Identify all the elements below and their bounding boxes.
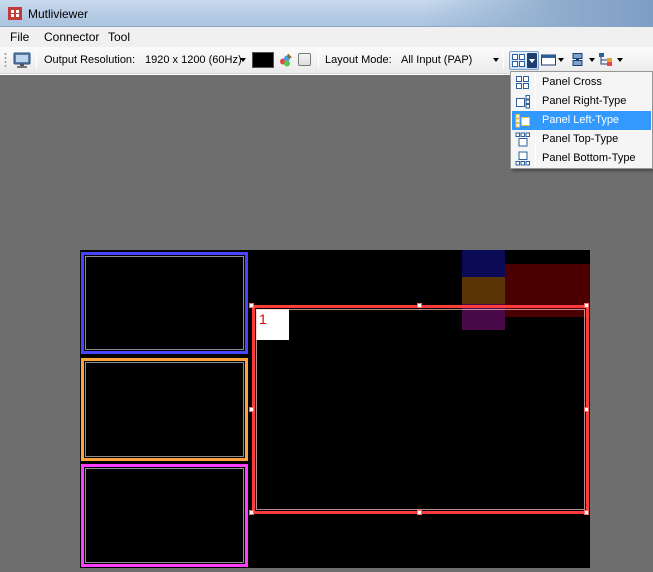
menu-item-label: Panel Bottom-Type xyxy=(542,152,636,164)
chevron-down-icon xyxy=(529,59,535,63)
panel-left-type-icon xyxy=(515,114,530,128)
panel-cross-icon xyxy=(516,76,529,89)
window-number-label: 1 xyxy=(256,309,289,340)
layout-type-menu: Panel Cross Panel Right-Type Panel Left-… xyxy=(510,71,653,169)
layout-mode-select[interactable]: All Input (PAP) xyxy=(401,54,472,66)
chevron-down-icon[interactable] xyxy=(240,58,246,62)
panel-right-type-icon xyxy=(516,95,530,109)
stack-icon[interactable] xyxy=(570,51,585,69)
menu-item-label: Panel Top-Type xyxy=(542,133,619,145)
tree-icon[interactable] xyxy=(598,51,614,69)
menu-tool[interactable]: Tool xyxy=(108,30,130,44)
resize-handle[interactable] xyxy=(417,303,422,308)
chevron-down-icon[interactable] xyxy=(493,58,499,62)
resize-handle[interactable] xyxy=(249,407,254,412)
app-icon xyxy=(8,7,22,20)
menu-item-label: Panel Right-Type xyxy=(542,95,627,107)
menu-item-panel-cross[interactable]: Panel Cross xyxy=(512,73,651,92)
layout-dropdown-toggle[interactable] xyxy=(527,53,537,68)
input-window-2[interactable] xyxy=(81,252,248,354)
resize-handle[interactable] xyxy=(249,510,254,515)
menu-bar: File Connector Tool xyxy=(0,27,653,47)
menu-item-panel-top-type[interactable]: Panel Top-Type xyxy=(512,130,651,149)
background-color-swatch[interactable] xyxy=(252,52,274,68)
toolbar-grip[interactable] xyxy=(4,52,7,68)
chevron-down-icon[interactable] xyxy=(617,58,623,62)
title-bar: Mutliviewer xyxy=(0,0,653,27)
toolbar: Output Resolution: 1920 x 1200 (60Hz) La… xyxy=(0,47,653,74)
panel-top-type-icon xyxy=(515,132,530,147)
resize-handle[interactable] xyxy=(584,510,589,515)
resize-handle[interactable] xyxy=(584,407,589,412)
toolbar-separator xyxy=(318,51,319,69)
menu-item-panel-right-type[interactable]: Panel Right-Type xyxy=(512,92,651,111)
layout-type-button[interactable] xyxy=(509,51,539,70)
chevron-down-icon[interactable] xyxy=(558,58,564,62)
window-title: Mutliviewer xyxy=(28,7,89,21)
input-window-3[interactable] xyxy=(81,358,248,461)
menu-item-panel-left-type[interactable]: Panel Left-Type xyxy=(512,111,651,130)
input-window-1[interactable]: 1 xyxy=(252,305,589,514)
overlay-block-orange xyxy=(462,277,505,304)
toolbar-separator xyxy=(503,51,504,69)
menu-item-label: Panel Cross xyxy=(542,76,602,88)
resize-handle[interactable] xyxy=(417,510,422,515)
window-layout-icon[interactable] xyxy=(541,51,556,69)
menu-file[interactable]: File xyxy=(10,30,29,44)
color-picker-icon[interactable] xyxy=(277,51,294,69)
monitor-settings-icon[interactable] xyxy=(13,51,31,69)
menu-item-panel-bottom-type[interactable]: Panel Bottom-Type xyxy=(512,149,651,168)
input-window-4[interactable] xyxy=(81,464,248,567)
layout-mode-label: Layout Mode: xyxy=(325,54,392,66)
chevron-down-icon[interactable] xyxy=(589,58,595,62)
panel-grid-icon xyxy=(512,54,525,67)
panel-bottom-type-icon xyxy=(515,151,530,166)
overlay-block-blue xyxy=(462,250,505,277)
output-resolution-label: Output Resolution: xyxy=(44,54,136,66)
toolbar-separator xyxy=(36,51,37,69)
title-bar-fade xyxy=(423,0,653,27)
resize-handle[interactable] xyxy=(584,303,589,308)
output-resolution-select[interactable]: 1920 x 1200 (60Hz) xyxy=(145,54,242,66)
menu-connector[interactable]: Connector xyxy=(44,30,99,44)
menu-item-label: Panel Left-Type xyxy=(542,114,620,126)
option-checkbox[interactable] xyxy=(298,53,311,66)
resize-handle[interactable] xyxy=(249,303,254,308)
